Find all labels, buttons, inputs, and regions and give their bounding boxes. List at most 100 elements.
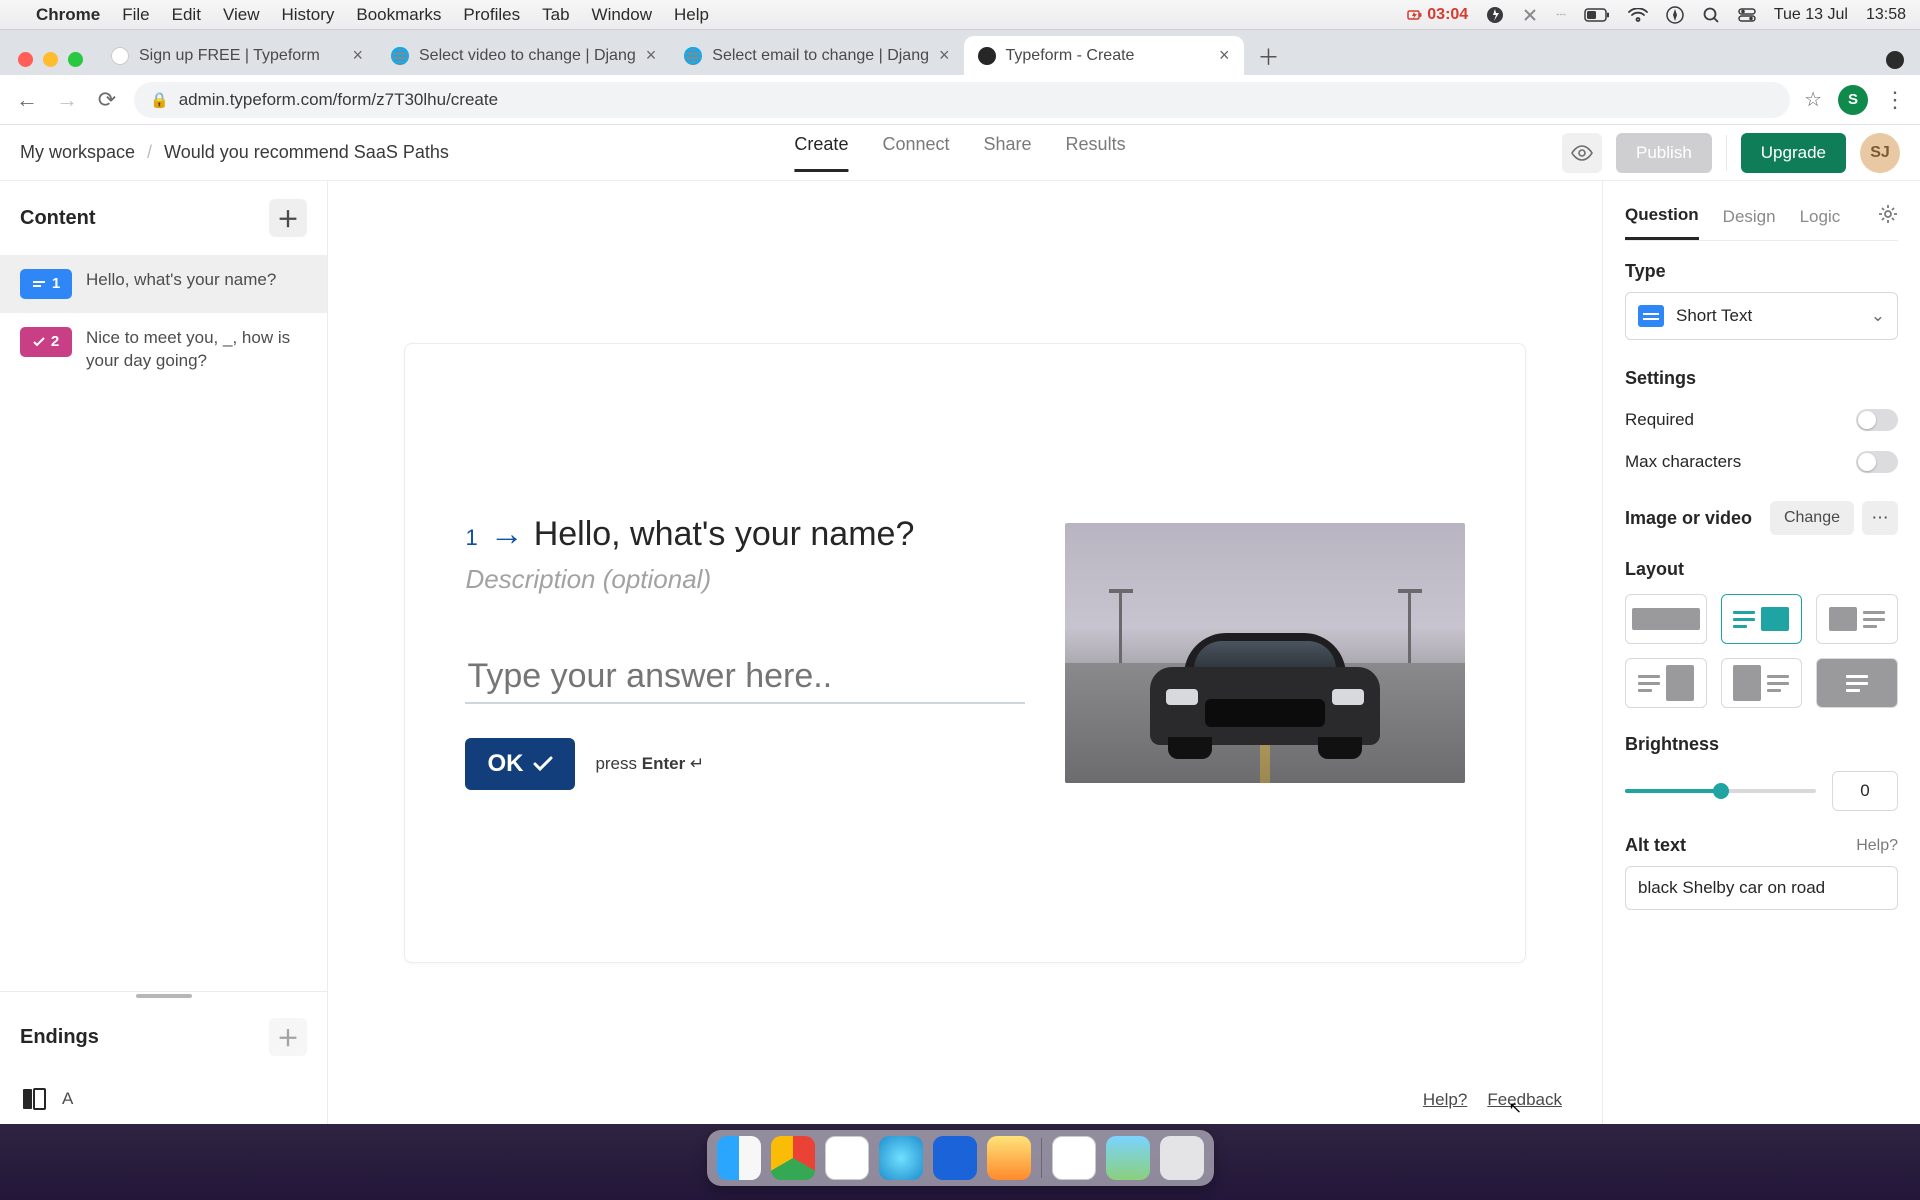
fullscreen-window-icon[interactable] bbox=[68, 52, 83, 67]
safari-icon[interactable] bbox=[825, 1136, 869, 1180]
bookmark-star-icon[interactable]: ☆ bbox=[1804, 87, 1822, 112]
battery-icon[interactable] bbox=[1584, 8, 1610, 22]
app-icon-2[interactable] bbox=[987, 1136, 1031, 1180]
alt-help-link[interactable]: Help? bbox=[1856, 837, 1898, 855]
tab-close-icon[interactable]: × bbox=[1219, 45, 1230, 66]
menubar-x-icon[interactable] bbox=[1522, 7, 1538, 23]
menu-bookmarks[interactable]: Bookmarks bbox=[356, 5, 441, 25]
panel-resize-handle[interactable] bbox=[0, 992, 327, 1000]
question-item-2[interactable]: 2 Nice to meet you, _, how is your day g… bbox=[0, 313, 327, 387]
tab-close-icon[interactable]: × bbox=[939, 45, 950, 66]
panel-tab-question[interactable]: Question bbox=[1625, 193, 1699, 240]
type-select[interactable]: Short Text ⌄ bbox=[1625, 292, 1898, 340]
favicon-globe-icon: 🌐 bbox=[684, 47, 702, 65]
add-ending-button[interactable]: ＋ bbox=[269, 1018, 307, 1056]
tab-connect[interactable]: Connect bbox=[882, 134, 949, 172]
tab-close-icon[interactable]: × bbox=[646, 45, 657, 66]
reload-icon[interactable]: ⟳ bbox=[94, 87, 120, 113]
question-title-input[interactable]: Hello, what's your name? bbox=[534, 515, 915, 554]
finder-icon[interactable] bbox=[717, 1136, 761, 1180]
user-avatar[interactable]: SJ bbox=[1860, 133, 1900, 173]
incognito-icon[interactable] bbox=[1886, 51, 1904, 69]
1password-icon[interactable] bbox=[933, 1136, 977, 1180]
control-center-icon[interactable] bbox=[1738, 8, 1756, 22]
change-image-button[interactable]: Change bbox=[1770, 501, 1854, 535]
layout-option-4[interactable] bbox=[1625, 658, 1707, 708]
wifi-icon[interactable] bbox=[1628, 8, 1648, 22]
typeform-app: My workspace / Would you recommend SaaS … bbox=[0, 125, 1920, 1124]
ending-item[interactable]: A bbox=[0, 1074, 327, 1124]
tab-close-icon[interactable]: × bbox=[352, 45, 363, 66]
trash-icon[interactable] bbox=[1160, 1136, 1204, 1180]
add-question-button[interactable]: ＋ bbox=[269, 199, 307, 237]
preview-app-icon[interactable] bbox=[1052, 1136, 1096, 1180]
maxchars-toggle[interactable] bbox=[1856, 451, 1898, 473]
tab-django-email[interactable]: 🌐 Select email to change | Djang × bbox=[670, 36, 963, 75]
menu-window[interactable]: Window bbox=[592, 5, 652, 25]
layout-option-5[interactable] bbox=[1721, 658, 1803, 708]
menu-file[interactable]: File bbox=[122, 5, 149, 25]
tab-create[interactable]: Create bbox=[794, 134, 848, 172]
tab-django-video[interactable]: 🌐 Select video to change | Djang × bbox=[377, 36, 670, 75]
form-name[interactable]: Would you recommend SaaS Paths bbox=[164, 142, 449, 163]
content-heading: Content bbox=[20, 207, 96, 230]
tab-signup[interactable]: Sign up FREE | Typeform × bbox=[97, 36, 377, 75]
preview-button[interactable] bbox=[1562, 133, 1602, 173]
question-image[interactable] bbox=[1065, 523, 1465, 783]
tab-share[interactable]: Share bbox=[984, 134, 1032, 172]
back-icon[interactable]: ← bbox=[14, 87, 40, 113]
omnibox[interactable]: 🔒 admin.typeform.com/form/z7T30lhu/creat… bbox=[134, 82, 1790, 118]
question-canvas[interactable]: 1→ Hello, what's your name? Description … bbox=[404, 343, 1525, 963]
help-link[interactable]: Help? bbox=[1423, 1090, 1467, 1110]
alt-text-input[interactable] bbox=[1625, 866, 1898, 910]
layout-option-3[interactable] bbox=[1816, 594, 1898, 644]
close-window-icon[interactable] bbox=[18, 52, 33, 67]
menubar-app-icon[interactable] bbox=[1486, 6, 1504, 24]
tab-title: Sign up FREE | Typeform bbox=[139, 47, 320, 65]
tab-typeform-create[interactable]: Typeform - Create × bbox=[964, 36, 1244, 75]
question-description-input[interactable]: Description (optional) bbox=[465, 564, 1024, 595]
menubar-graph-icon[interactable]: ┄ bbox=[1556, 5, 1566, 25]
ending-icon bbox=[20, 1088, 48, 1110]
app-icon-1[interactable] bbox=[879, 1136, 923, 1180]
quicktime-icon[interactable] bbox=[1106, 1136, 1150, 1180]
menu-help[interactable]: Help bbox=[674, 5, 709, 25]
new-tab-button[interactable]: ＋ bbox=[1252, 39, 1286, 73]
ok-button[interactable]: OK bbox=[465, 738, 575, 790]
compass-icon[interactable] bbox=[1666, 6, 1684, 24]
feedback-link[interactable]: Feedback bbox=[1487, 1090, 1562, 1110]
battery-status-icon[interactable]: 03:04 bbox=[1407, 6, 1468, 24]
question-badge: 1 bbox=[20, 269, 72, 299]
menu-view[interactable]: View bbox=[223, 5, 260, 25]
workspace-link[interactable]: My workspace bbox=[20, 142, 135, 163]
menu-profiles[interactable]: Profiles bbox=[463, 5, 520, 25]
gear-icon[interactable] bbox=[1878, 204, 1898, 229]
layout-option-6[interactable] bbox=[1816, 658, 1898, 708]
menu-edit[interactable]: Edit bbox=[172, 5, 201, 25]
brightness-value[interactable]: 0 bbox=[1832, 771, 1898, 811]
lock-icon[interactable]: 🔒 bbox=[150, 91, 169, 109]
panel-tab-design[interactable]: Design bbox=[1723, 195, 1776, 239]
layout-option-2[interactable] bbox=[1721, 594, 1803, 644]
profile-avatar[interactable]: S bbox=[1838, 85, 1868, 115]
tab-results[interactable]: Results bbox=[1066, 134, 1126, 172]
app-name[interactable]: Chrome bbox=[36, 5, 100, 25]
search-icon[interactable] bbox=[1702, 6, 1720, 24]
chrome-menu-icon[interactable]: ⋮ bbox=[1884, 87, 1906, 113]
chrome-icon[interactable] bbox=[771, 1136, 815, 1180]
brightness-slider[interactable] bbox=[1625, 789, 1816, 793]
answer-input[interactable] bbox=[465, 651, 1024, 704]
minimize-window-icon[interactable] bbox=[43, 52, 58, 67]
panel-tab-logic[interactable]: Logic bbox=[1800, 195, 1841, 239]
window-controls[interactable] bbox=[12, 52, 97, 75]
favicon-icon bbox=[111, 47, 129, 65]
upgrade-button[interactable]: Upgrade bbox=[1741, 133, 1846, 173]
menubar-clock[interactable]: 13:58 bbox=[1866, 6, 1906, 24]
question-item-1[interactable]: 1 Hello, what's your name? bbox=[0, 255, 327, 313]
required-toggle[interactable] bbox=[1856, 409, 1898, 431]
menu-tab[interactable]: Tab bbox=[542, 5, 569, 25]
layout-option-1[interactable] bbox=[1625, 594, 1707, 644]
menubar-date[interactable]: Tue 13 Jul bbox=[1774, 6, 1848, 24]
image-more-button[interactable]: ⋯ bbox=[1862, 501, 1898, 535]
menu-history[interactable]: History bbox=[281, 5, 334, 25]
